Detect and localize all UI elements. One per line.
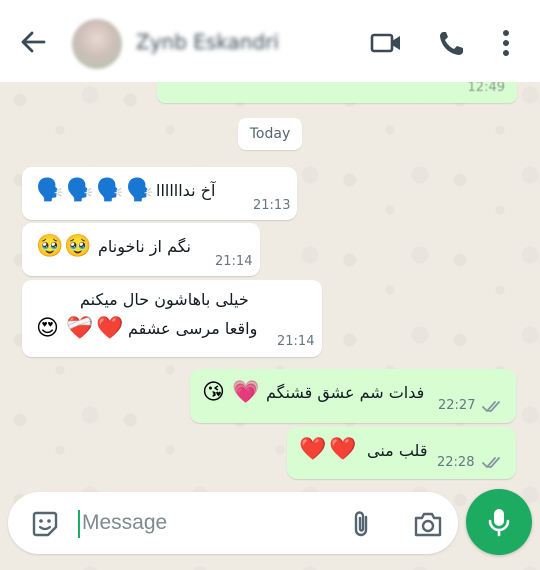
voice-call-icon[interactable]	[436, 28, 468, 58]
message-text-line2: واقعا مرسی عشقم	[128, 319, 258, 338]
text-cursor	[78, 510, 80, 538]
pleading-face-emoji: 🥹	[64, 234, 92, 259]
mending-heart-emoji: ❤️‍🩹	[66, 316, 94, 341]
video-call-icon[interactable]	[370, 28, 402, 58]
incoming-message[interactable]: خیلی باهاشون حال میکنم 😍 ❤️‍🩹 ❤️ واقعا م…	[22, 280, 322, 357]
outgoing-message[interactable]: 😘 💗 فدات شم عشق قشنگم 22:27	[190, 369, 516, 423]
speaking-head-emoji: 🗣️	[126, 178, 154, 203]
more-options-icon[interactable]	[496, 28, 528, 58]
message-text: نگم از ناخونام	[98, 237, 191, 256]
sticker-icon[interactable]	[30, 509, 60, 539]
chat-header: Zynb Eskandri	[0, 0, 540, 82]
red-heart-emoji: ❤️	[96, 316, 124, 341]
heart-eyes-emoji: 😍	[36, 316, 59, 341]
outgoing-message[interactable]: ❤️ ❤️ قلب منی 22:28	[287, 427, 516, 479]
message-composer	[8, 492, 458, 554]
camera-icon[interactable]	[412, 510, 444, 538]
attach-icon[interactable]	[348, 509, 376, 539]
mic-icon	[488, 509, 510, 537]
date-divider: Today	[238, 118, 302, 150]
incoming-message[interactable]: 🥹 🥹 نگم از ناخونام 21:14	[22, 223, 260, 276]
message-text: قلب منی	[367, 441, 428, 460]
red-heart-emoji: ❤️	[329, 437, 357, 462]
message-text-line1: خیلی باهاشون حال میکنم	[80, 290, 249, 309]
face-blowing-kiss-emoji: 😘	[202, 380, 225, 405]
growing-heart-emoji: 💗	[232, 380, 260, 405]
message-time: 21:13	[253, 198, 291, 213]
message-time: 21:14	[215, 254, 253, 269]
message-time: 21:14	[277, 334, 315, 349]
message-time: 22:27	[438, 398, 476, 413]
message-text: آخ نداااااا	[156, 181, 216, 200]
pleading-face-emoji: 🥹	[36, 234, 64, 259]
speaking-head-emoji: 🗣️	[66, 178, 94, 203]
mic-button[interactable]	[466, 489, 532, 555]
double-check-icon	[482, 457, 500, 468]
message-input[interactable]	[82, 508, 332, 538]
double-check-icon	[482, 401, 500, 412]
incoming-message[interactable]: 🗣️ 🗣️ 🗣️ 🗣️ آخ نداااااا 21:13	[22, 167, 297, 220]
speaking-head-emoji: 🗣️	[36, 178, 64, 203]
message-time: 22:28	[437, 455, 475, 470]
contact-name[interactable]: Zynb Eskandri	[136, 30, 279, 54]
back-arrow-icon[interactable]	[18, 27, 48, 57]
message-time: 12:49	[467, 80, 505, 95]
avatar[interactable]	[72, 19, 122, 69]
message-text: فدات شم عشق قشنگم	[266, 383, 425, 402]
speaking-head-emoji: 🗣️	[96, 178, 124, 203]
red-heart-emoji: ❤️	[299, 437, 327, 462]
